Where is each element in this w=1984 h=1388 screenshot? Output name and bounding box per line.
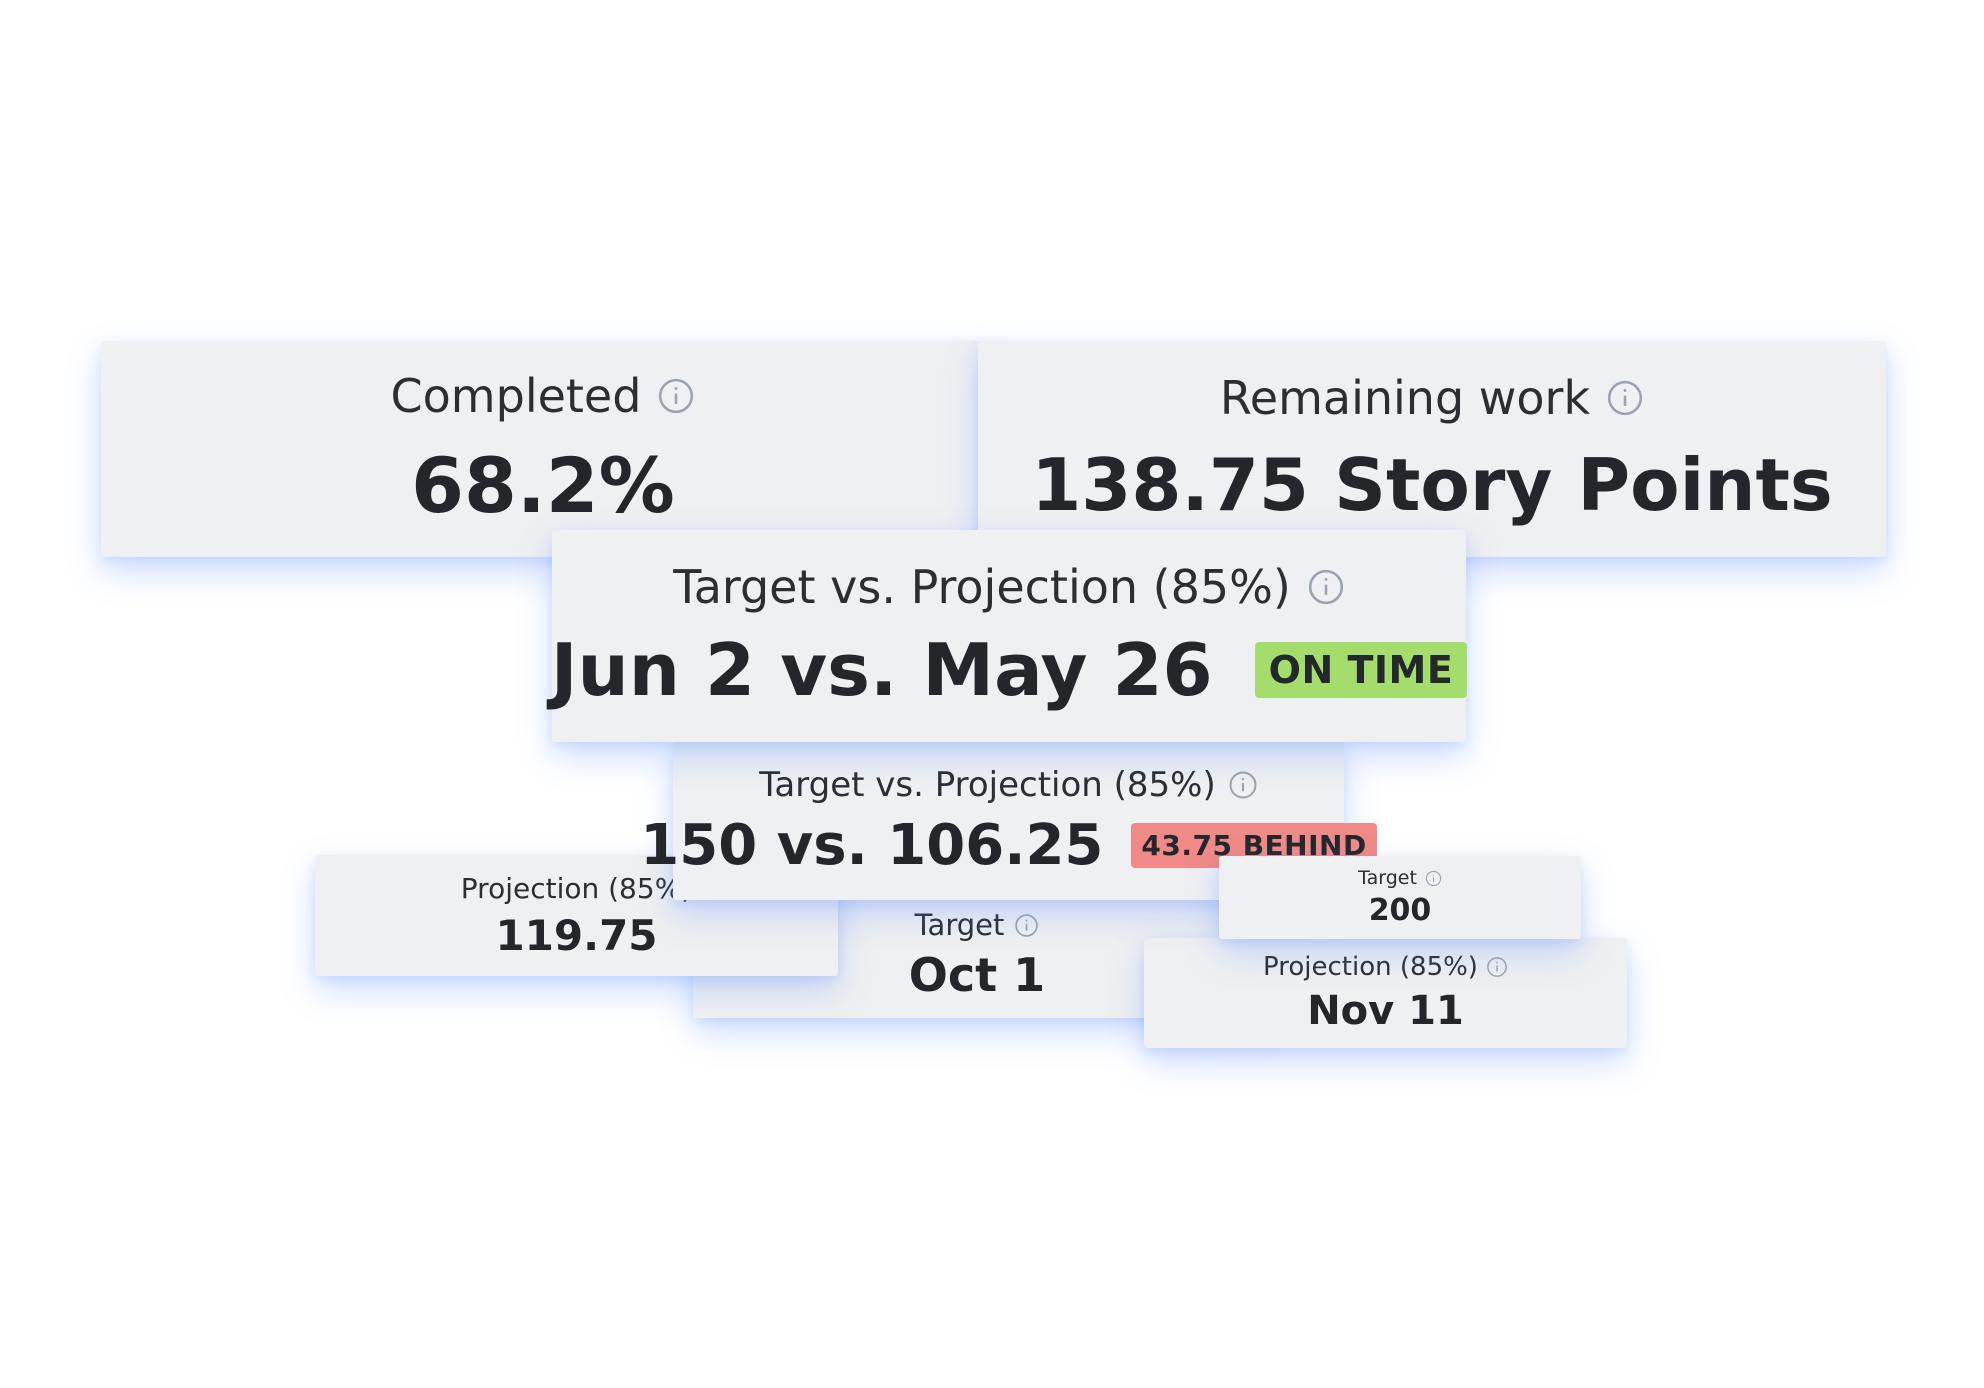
remaining-work-card: Remaining work 138.75 Story Points	[978, 341, 1886, 557]
info-icon[interactable]	[1014, 913, 1039, 938]
projection-points-value: 119.75	[495, 910, 658, 960]
remaining-label-row: Remaining work	[1220, 371, 1644, 425]
completed-value: 68.2%	[411, 440, 675, 530]
completed-label: Completed	[390, 368, 642, 423]
projection-date-value: Nov 11	[1307, 988, 1464, 1034]
remaining-label: Remaining work	[1219, 371, 1591, 425]
info-icon[interactable]	[1425, 870, 1442, 887]
target-date-value: Oct 1	[908, 948, 1046, 1002]
metrics-collage: Completed 68.2% Remaining work 138.75 St…	[0, 0, 1984, 1388]
target-date-label: Target	[914, 908, 1005, 942]
target-points-card: Target 200	[1219, 856, 1581, 939]
projection-date-card: Projection (85%) Nov 11	[1144, 938, 1627, 1048]
target-points-label: Target	[1358, 867, 1417, 889]
date-comparison-label-row: Target vs. Projection (85%)	[673, 560, 1345, 614]
projection-date-label: Projection (85%)	[1263, 952, 1478, 982]
remaining-value: 138.75 Story Points	[1031, 443, 1833, 527]
points-comparison-value: 150 vs. 106.25	[640, 812, 1104, 878]
target-date-label-row: Target	[915, 908, 1040, 942]
completed-card: Completed 68.2%	[101, 341, 985, 557]
target-points-value: 200	[1368, 893, 1432, 928]
info-icon[interactable]	[1307, 568, 1345, 606]
info-icon[interactable]	[657, 377, 695, 415]
info-icon[interactable]	[1228, 770, 1258, 800]
date-comparison-label: Target vs. Projection (85%)	[673, 560, 1291, 614]
completed-label-row: Completed	[391, 369, 696, 423]
date-comparison-card: Target vs. Projection (85%) Jun 2 vs. Ma…	[551, 530, 1468, 742]
target-points-label-row: Target	[1358, 867, 1442, 889]
info-icon[interactable]	[1606, 379, 1644, 417]
projection-date-label-row: Projection (85%)	[1263, 952, 1508, 982]
date-comparison-value: Jun 2 vs. May 26	[550, 628, 1213, 712]
points-comparison-label: Target vs. Projection (85%)	[759, 764, 1216, 805]
points-comparison-label-row: Target vs. Projection (85%)	[759, 765, 1257, 805]
info-icon[interactable]	[1486, 956, 1508, 978]
date-comparison-value-row: Jun 2 vs. May 26 ON TIME	[551, 628, 1468, 712]
on-time-badge: ON TIME	[1254, 642, 1468, 698]
